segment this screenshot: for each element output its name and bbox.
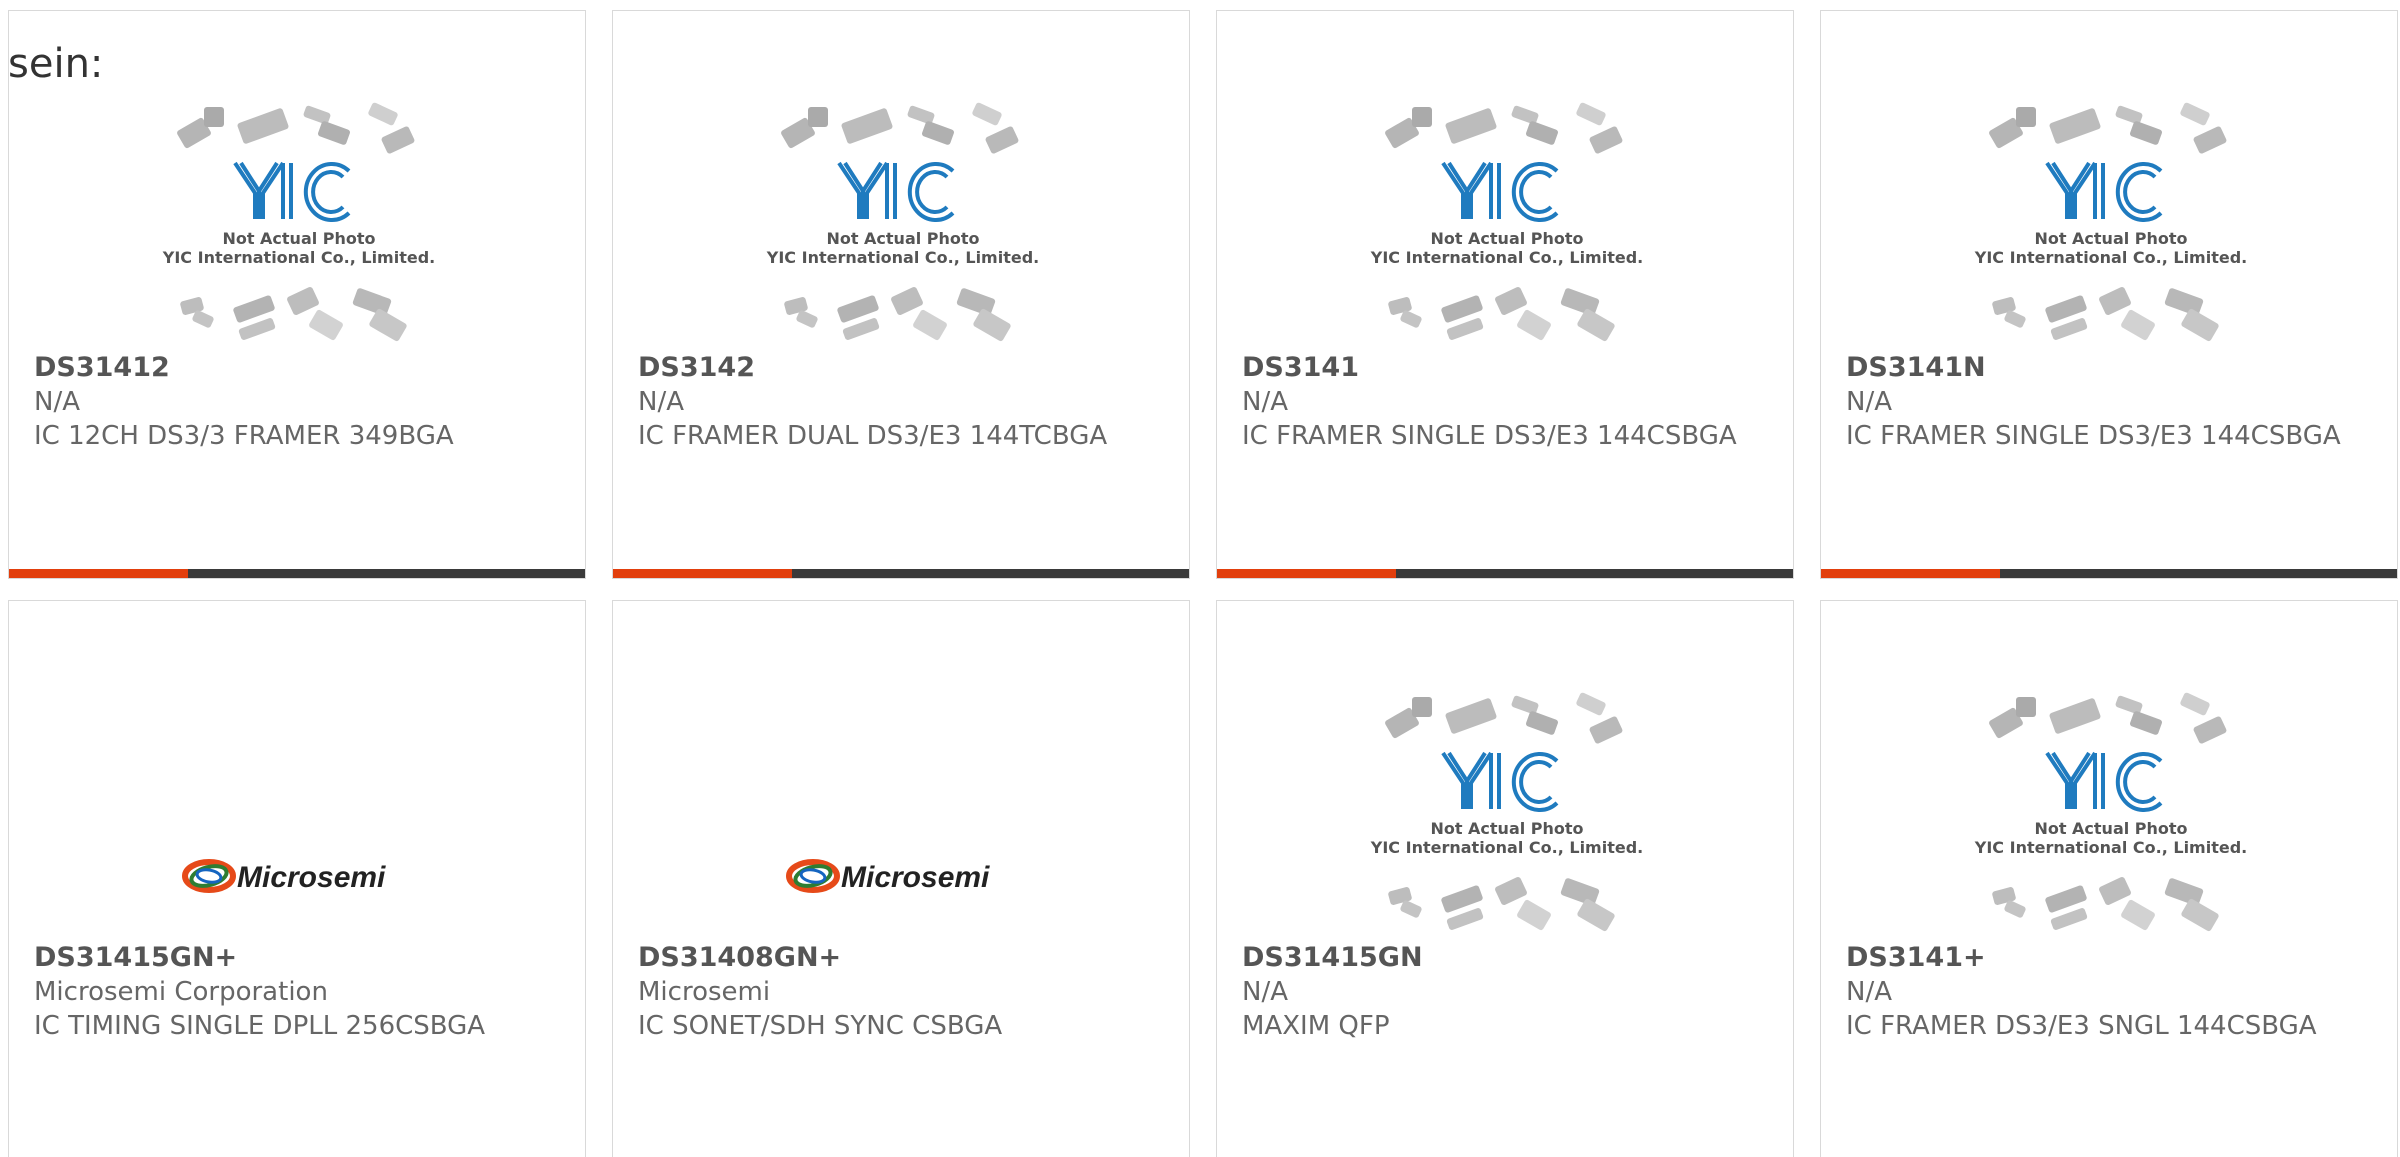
chip-icons-bottom bbox=[1992, 877, 2219, 932]
product-image-placeholder: Not Actual Photo YIC International Co., … bbox=[1971, 101, 2251, 351]
product-info: DS31412 N/A IC 12CH DS3/3 FRAMER 349BGA bbox=[34, 351, 565, 453]
description: IC TIMING SINGLE DPLL 256CSBGA bbox=[34, 1011, 486, 1041]
svg-text:YIC International Co., Limited: YIC International Co., Limited. bbox=[1974, 838, 2247, 857]
svg-text:YIC International Co., Limited: YIC International Co., Limited. bbox=[162, 248, 435, 267]
chip-icons-top bbox=[1385, 692, 1623, 744]
yic-logo bbox=[2045, 751, 2163, 812]
part-number[interactable]: DS3141+ bbox=[1846, 941, 2377, 975]
manufacturer: Microsemi bbox=[638, 977, 771, 1007]
section-label: sein: bbox=[8, 41, 104, 87]
description: IC FRAMER SINGLE DS3/E3 144CSBGA bbox=[1242, 421, 1737, 451]
svg-text:YIC International Co., Limited: YIC International Co., Limited. bbox=[766, 248, 1039, 267]
chip-icons-top bbox=[1989, 692, 2227, 744]
product-card[interactable]: Not Actual Photo YIC International Co., … bbox=[1216, 10, 1794, 579]
progress-fill bbox=[9, 569, 188, 578]
part-number[interactable]: DS3142 bbox=[638, 351, 1169, 385]
yic-logo bbox=[837, 161, 955, 222]
card-progress-bar bbox=[1821, 569, 2397, 578]
microsemi-swirl-icon bbox=[182, 859, 236, 893]
chip-icons-top bbox=[1385, 102, 1623, 154]
chip-icons-bottom bbox=[180, 287, 407, 342]
microsemi-swirl-icon bbox=[786, 859, 840, 893]
product-card[interactable]: Not Actual Photo YIC International Co., … bbox=[1820, 10, 2398, 579]
svg-text:Not Actual Photo: Not Actual Photo bbox=[826, 229, 979, 248]
svg-text:YIC International Co., Limited: YIC International Co., Limited. bbox=[1370, 838, 1643, 857]
product-info: DS31415GN N/A MAXIM QFP bbox=[1242, 941, 1773, 1043]
product-image-placeholder: Not Actual Photo YIC International Co., … bbox=[1971, 691, 2251, 941]
product-card[interactable]: Microsemi DS31415GN+ Microsemi Corporati… bbox=[8, 600, 586, 1157]
card-progress-bar bbox=[9, 569, 585, 578]
chip-icons-bottom bbox=[1388, 877, 1615, 932]
svg-text:YIC International Co., Limited: YIC International Co., Limited. bbox=[1974, 248, 2247, 267]
description: IC FRAMER SINGLE DS3/E3 144CSBGA bbox=[1846, 421, 2341, 451]
product-info: DS3141 N/A IC FRAMER SINGLE DS3/E3 144CS… bbox=[1242, 351, 1773, 453]
svg-text:Not Actual Photo: Not Actual Photo bbox=[1430, 229, 1583, 248]
description: IC 12CH DS3/3 FRAMER 349BGA bbox=[34, 421, 454, 451]
manufacturer: N/A bbox=[1846, 977, 1892, 1007]
yic-logo bbox=[1441, 751, 1559, 812]
manufacturer: N/A bbox=[638, 387, 684, 417]
chip-icons-bottom bbox=[784, 287, 1011, 342]
product-image-placeholder: Not Actual Photo YIC International Co., … bbox=[1367, 101, 1647, 351]
card-progress-bar bbox=[1217, 569, 1793, 578]
part-number[interactable]: DS3141N bbox=[1846, 351, 2377, 385]
product-card[interactable]: Not Actual Photo YIC International Co., … bbox=[1216, 600, 1794, 1157]
product-info: DS3141N N/A IC FRAMER SINGLE DS3/E3 144C… bbox=[1846, 351, 2377, 453]
product-image-placeholder: Not Actual Photo YIC International Co., … bbox=[159, 101, 439, 351]
product-card[interactable]: Microsemi DS31408GN+ Microsemi IC SONET/… bbox=[612, 600, 1190, 1157]
card-progress-bar bbox=[613, 569, 1189, 578]
description: IC SONET/SDH SYNC CSBGA bbox=[638, 1011, 1003, 1041]
description: IC FRAMER DUAL DS3/E3 144TCBGA bbox=[638, 421, 1108, 451]
product-info: DS31408GN+ Microsemi IC SONET/SDH SYNC C… bbox=[638, 941, 1169, 1043]
svg-text:Not Actual Photo: Not Actual Photo bbox=[2034, 229, 2187, 248]
chip-icons-bottom bbox=[1388, 287, 1615, 342]
svg-text:Microsemi: Microsemi bbox=[237, 861, 386, 894]
yic-logo bbox=[233, 161, 351, 222]
product-card[interactable]: Not Actual Photo YIC International Co., … bbox=[8, 10, 586, 579]
chip-icons-top bbox=[1989, 102, 2227, 154]
svg-text:Microsemi: Microsemi bbox=[841, 861, 990, 894]
part-number[interactable]: DS31408GN+ bbox=[638, 941, 1169, 975]
part-number[interactable]: DS31415GN bbox=[1242, 941, 1773, 975]
yic-logo bbox=[1441, 161, 1559, 222]
part-number[interactable]: DS31412 bbox=[34, 351, 565, 385]
description: MAXIM QFP bbox=[1242, 1011, 1390, 1041]
description: IC FRAMER DS3/E3 SNGL 144CSBGA bbox=[1846, 1011, 2317, 1041]
progress-fill bbox=[1821, 569, 2000, 578]
product-info: DS3141+ N/A IC FRAMER DS3/E3 SNGL 144CSB… bbox=[1846, 941, 2377, 1043]
svg-text:Not Actual Photo: Not Actual Photo bbox=[1430, 819, 1583, 838]
svg-text:Not Actual Photo: Not Actual Photo bbox=[2034, 819, 2187, 838]
manufacturer: N/A bbox=[1242, 387, 1288, 417]
part-number[interactable]: DS31415GN+ bbox=[34, 941, 565, 975]
product-image-placeholder: Not Actual Photo YIC International Co., … bbox=[763, 101, 1043, 351]
product-card[interactable]: Not Actual Photo YIC International Co., … bbox=[612, 10, 1190, 579]
chip-icons-bottom bbox=[1992, 287, 2219, 342]
part-number[interactable]: DS3141 bbox=[1242, 351, 1773, 385]
chip-icons-top bbox=[781, 102, 1019, 154]
manufacturer: N/A bbox=[1846, 387, 1892, 417]
product-card[interactable]: Not Actual Photo YIC International Co., … bbox=[1820, 600, 2398, 1157]
manufacturer: Microsemi Corporation bbox=[34, 977, 328, 1007]
chip-icons-top bbox=[177, 102, 415, 154]
product-image-placeholder: Not Actual Photo YIC International Co., … bbox=[1367, 691, 1647, 941]
manufacturer: N/A bbox=[34, 387, 80, 417]
product-info: DS31415GN+ Microsemi Corporation IC TIMI… bbox=[34, 941, 565, 1043]
svg-text:YIC International Co., Limited: YIC International Co., Limited. bbox=[1370, 248, 1643, 267]
progress-fill bbox=[613, 569, 792, 578]
manufacturer: N/A bbox=[1242, 977, 1288, 1007]
svg-text:Not Actual Photo: Not Actual Photo bbox=[222, 229, 375, 248]
progress-fill bbox=[1217, 569, 1396, 578]
product-info: DS3142 N/A IC FRAMER DUAL DS3/E3 144TCBG… bbox=[638, 351, 1169, 453]
yic-logo bbox=[2045, 161, 2163, 222]
product-grid-page: sein: Not Actual Photo YIC International… bbox=[0, 0, 2400, 1157]
